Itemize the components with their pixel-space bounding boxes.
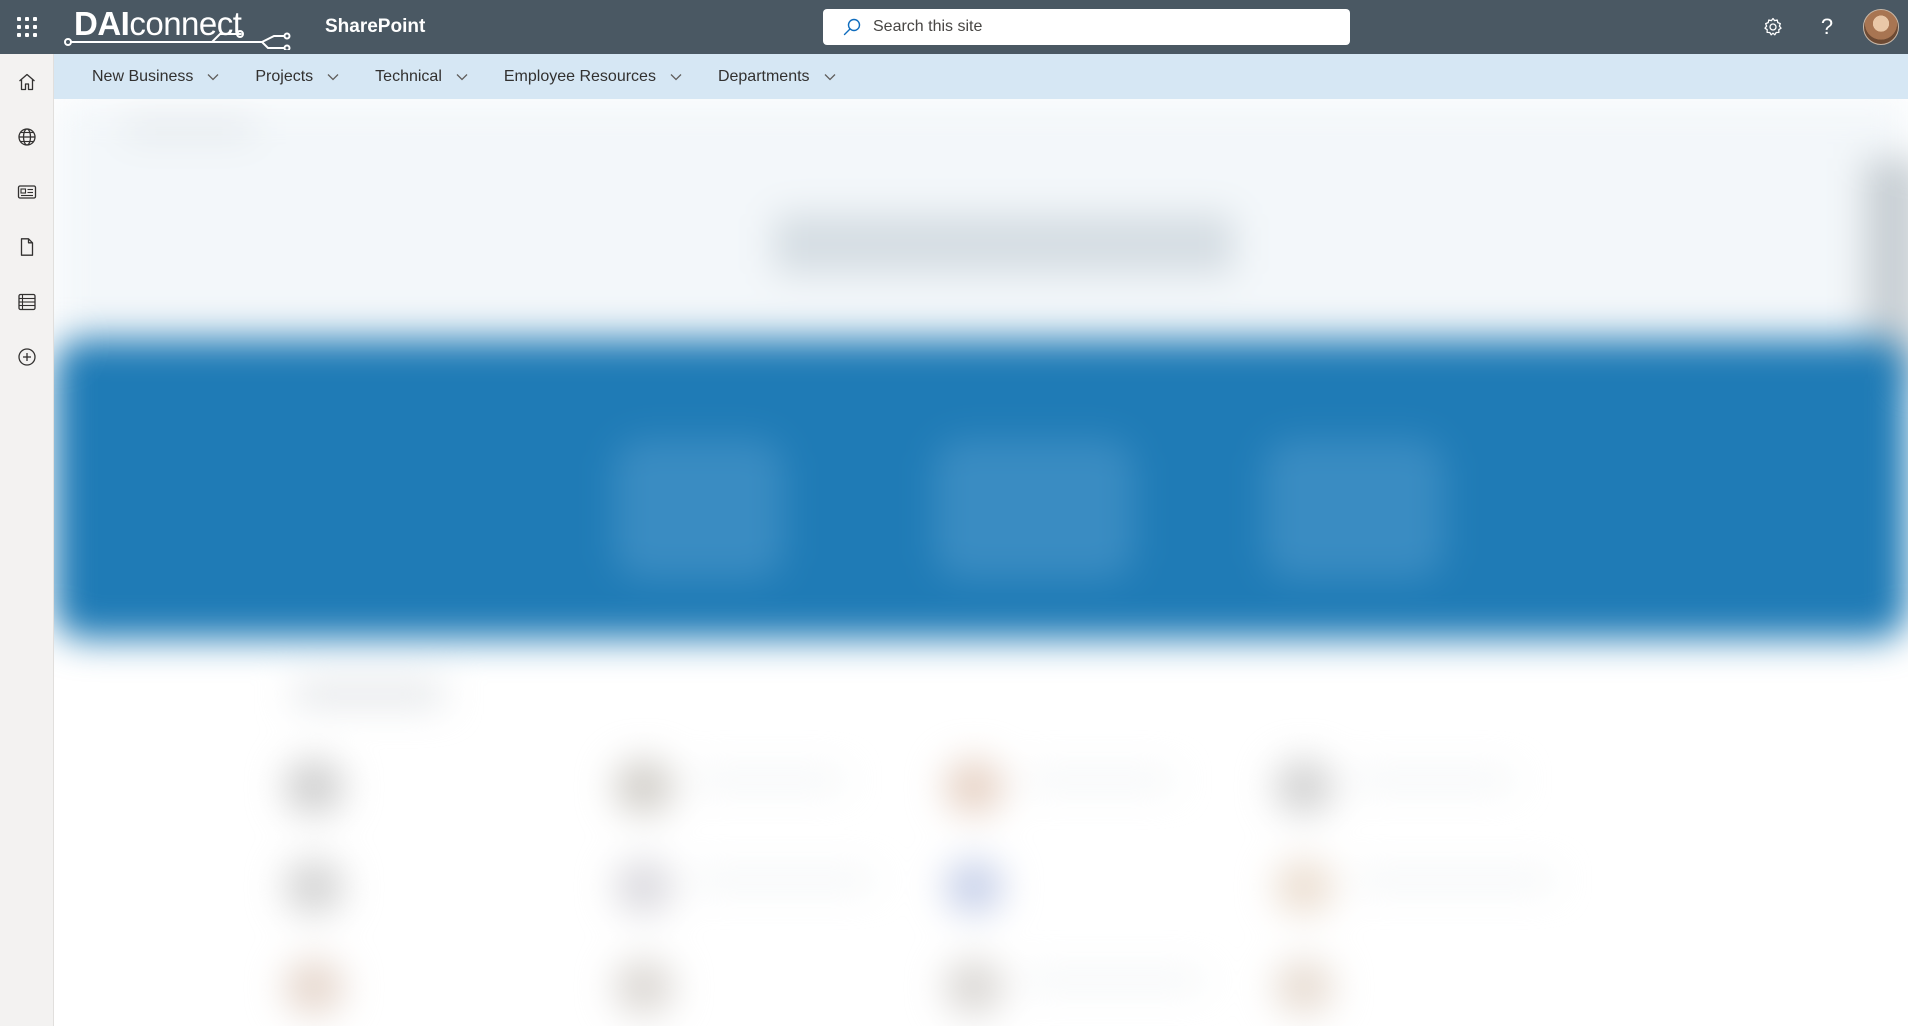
nav-item-employee-resources[interactable]: Employee Resources bbox=[504, 54, 682, 99]
help-button[interactable]: ? bbox=[1800, 0, 1854, 54]
settings-button[interactable] bbox=[1746, 0, 1800, 54]
hub-navigation: New Business Projects Technical Employee… bbox=[54, 54, 1908, 99]
hero-placeholder bbox=[124, 119, 254, 137]
quick-link-tile bbox=[614, 439, 784, 579]
help-icon: ? bbox=[1820, 14, 1834, 39]
search-icon bbox=[843, 18, 861, 36]
person-avatar bbox=[284, 959, 344, 1015]
app-bar-create[interactable] bbox=[0, 329, 54, 384]
app-name[interactable]: SharePoint bbox=[325, 15, 425, 39]
chevron-down-icon bbox=[670, 73, 682, 80]
quick-link-tile bbox=[1264, 439, 1444, 579]
nav-item-label: Technical bbox=[375, 67, 442, 85]
person-avatar bbox=[1274, 759, 1334, 815]
person-avatar bbox=[614, 959, 674, 1015]
chevron-down-icon bbox=[207, 73, 219, 80]
quick-link-tile bbox=[934, 439, 1134, 579]
add-circle-icon bbox=[18, 347, 36, 366]
nav-item-label: Employee Resources bbox=[503, 67, 656, 85]
home-icon bbox=[19, 73, 35, 90]
nav-item-departments[interactable]: Departments bbox=[718, 54, 836, 99]
globe-icon bbox=[18, 127, 36, 146]
person-name-placeholder bbox=[1354, 874, 1554, 886]
blurred-content bbox=[54, 99, 1908, 1026]
app-bar-home[interactable] bbox=[0, 54, 54, 109]
nav-item-label: New Business bbox=[92, 67, 194, 85]
settings-icon bbox=[1764, 17, 1782, 36]
person-avatar bbox=[1274, 859, 1334, 915]
suite-bar: DAIconnect SharePoint ? bbox=[0, 0, 1908, 54]
person-avatar bbox=[944, 859, 1004, 915]
section-title-placeholder bbox=[294, 683, 444, 705]
person-avatar bbox=[284, 859, 344, 915]
news-icon bbox=[17, 184, 37, 199]
nav-item-technical[interactable]: Technical bbox=[375, 54, 468, 99]
site-search-box[interactable] bbox=[823, 9, 1350, 45]
app-bar-sites[interactable] bbox=[0, 109, 54, 164]
waffle-icon bbox=[17, 17, 37, 37]
person-avatar bbox=[284, 759, 344, 815]
site-logo[interactable]: DAIconnect bbox=[62, 4, 292, 50]
chevron-down-icon bbox=[327, 73, 339, 80]
person-name-placeholder bbox=[1024, 974, 1204, 986]
nav-item-new-business[interactable]: New Business bbox=[92, 54, 219, 99]
nav-item-label: Departments bbox=[717, 67, 810, 85]
person-avatar bbox=[1274, 959, 1334, 1015]
person-avatar bbox=[614, 759, 674, 815]
person-avatar bbox=[614, 859, 674, 915]
person-name-placeholder bbox=[1354, 774, 1514, 786]
suite-bar-actions: ? bbox=[1746, 0, 1908, 54]
page-content-loading bbox=[54, 99, 1908, 1026]
person-avatar bbox=[944, 959, 1004, 1015]
app-bar-lists[interactable] bbox=[0, 274, 54, 329]
person-name-placeholder bbox=[694, 874, 874, 886]
person-name-placeholder bbox=[694, 774, 844, 786]
nav-item-label: Projects bbox=[255, 67, 314, 85]
avatar[interactable] bbox=[1863, 9, 1899, 45]
person-avatar bbox=[944, 759, 1004, 815]
app-bar bbox=[0, 54, 54, 1026]
app-launcher-button[interactable] bbox=[0, 0, 54, 54]
app-bar-files[interactable] bbox=[0, 219, 54, 274]
logo-wordmark: DAIconnect bbox=[74, 5, 242, 42]
app-bar-news[interactable] bbox=[0, 164, 54, 219]
nav-item-projects[interactable]: Projects bbox=[255, 54, 339, 99]
document-icon bbox=[20, 237, 34, 256]
search-input[interactable] bbox=[873, 18, 1313, 36]
chevron-down-icon bbox=[824, 73, 836, 80]
hero-title-placeholder bbox=[774, 214, 1234, 274]
chevron-down-icon bbox=[456, 73, 468, 80]
person-name-placeholder bbox=[1024, 774, 1174, 786]
list-icon bbox=[18, 293, 36, 310]
